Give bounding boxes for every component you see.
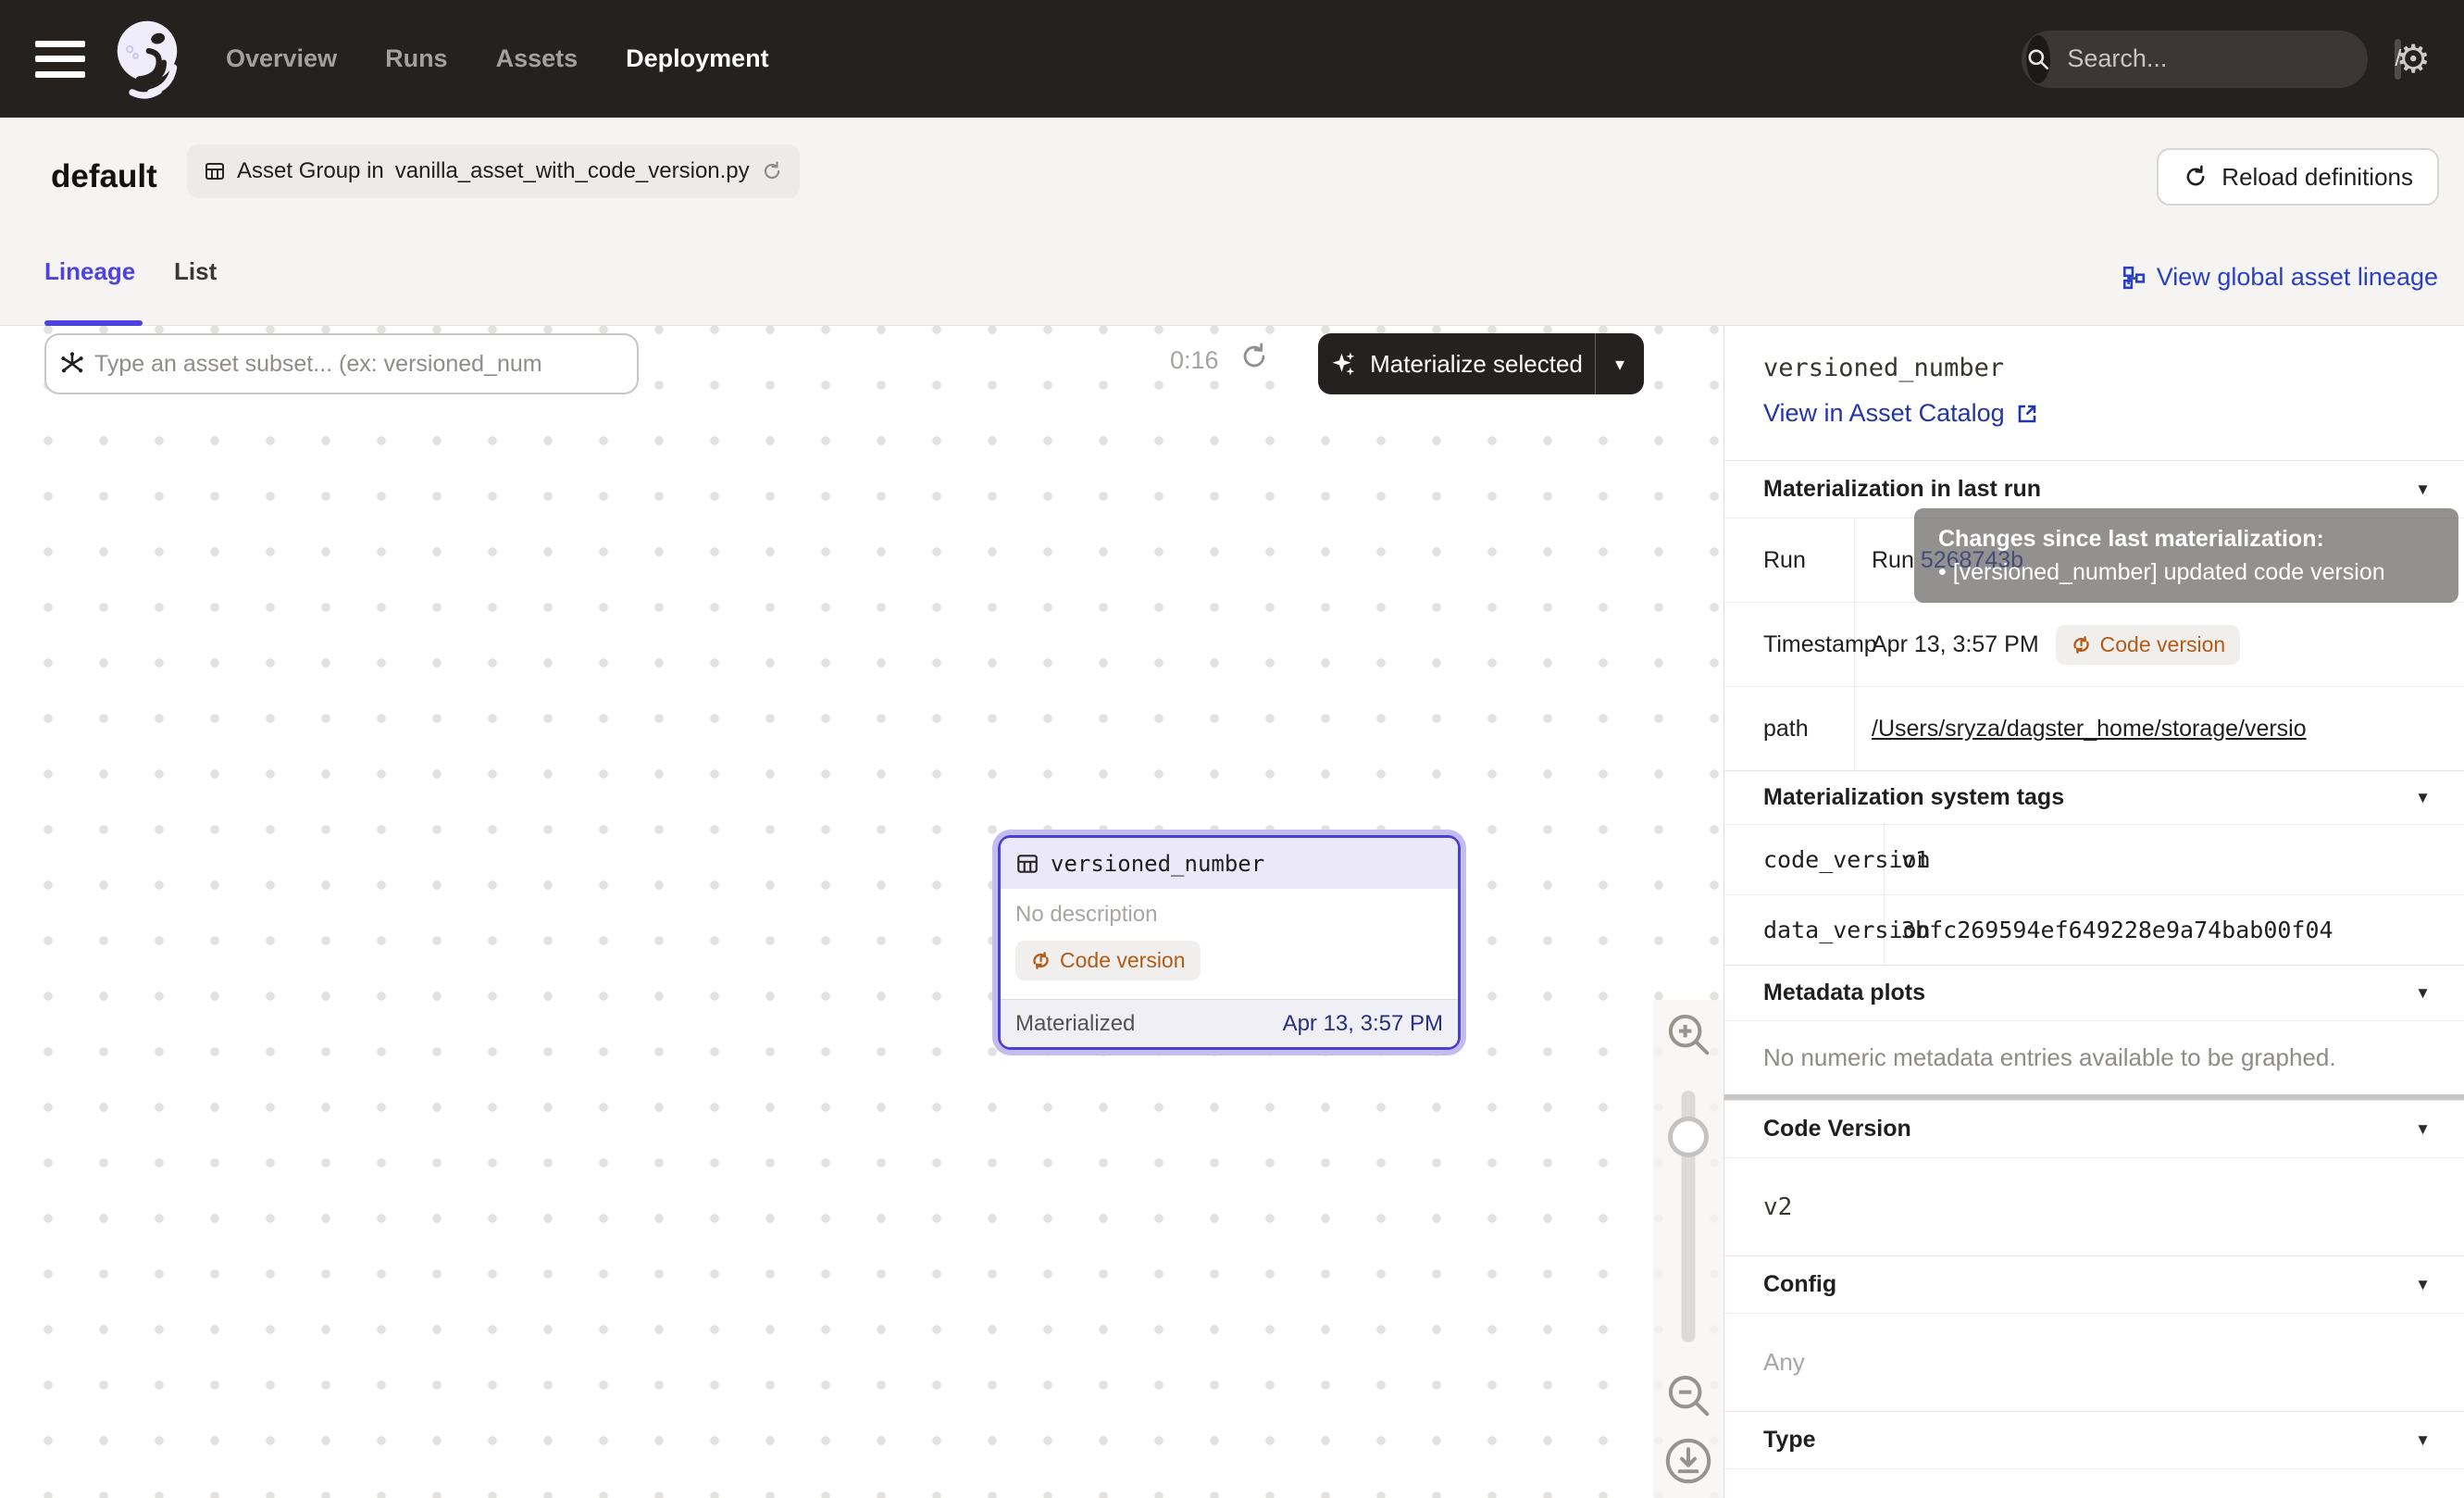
tooltip-title: Changes since last materialization:	[1938, 522, 2449, 556]
timestamp-row: Timestamp Apr 13, 3:57 PM Code version	[1724, 602, 2464, 686]
refresh-icon[interactable]	[761, 160, 783, 182]
storage-path-link[interactable]: /Users/sryza/dagster_home/storage/versio	[1872, 716, 2307, 743]
grid-icon	[204, 160, 226, 182]
materialize-dropdown-button[interactable]: ▾	[1596, 333, 1644, 394]
reload-definitions-button[interactable]: Reload definitions	[2157, 148, 2439, 206]
lineage-canvas[interactable]: 0:16 Materialize selected ▾	[0, 326, 1724, 1498]
config-value: Any	[1763, 1348, 1805, 1377]
download-image-icon[interactable]	[1662, 1435, 1714, 1487]
materialized-timestamp[interactable]: Apr 13, 3:57 PM	[1283, 1011, 1443, 1037]
top-nav-bar: Overview Runs Assets Deployment / ⚙	[0, 0, 2464, 118]
gear-icon[interactable]: ⚙	[2396, 40, 2431, 79]
section-type[interactable]: Type ▼	[1724, 1411, 2464, 1468]
asset-node-header: versioned_number	[1001, 838, 1458, 889]
view-in-asset-catalog-link[interactable]: View in Asset Catalog	[1763, 399, 2038, 428]
data-version-tag-row: data_version 3bfc269594ef649228e9a74bab0…	[1724, 894, 2464, 965]
dagster-asset-group-page: Overview Runs Assets Deployment / ⚙ defa…	[0, 0, 2464, 1498]
materialize-selected-button[interactable]: Materialize selected ▾	[1318, 333, 1644, 394]
refresh-timer: 0:16	[1170, 346, 1219, 375]
timestamp-row-value: Apr 13, 3:57 PM Code version	[1855, 603, 2464, 686]
asset-node-description: No description	[1015, 902, 1443, 928]
section-metadata-plots[interactable]: Metadata plots ▼	[1724, 965, 2464, 1020]
section-code-version[interactable]: Code Version ▼	[1724, 1100, 2464, 1157]
path-row: path /Users/sryza/dagster_home/storage/v…	[1724, 686, 2464, 770]
grid-icon	[1015, 852, 1039, 876]
materialize-selected-label: Materialize selected	[1370, 350, 1583, 379]
nav-item-deployment[interactable]: Deployment	[626, 44, 769, 73]
asset-subset-filter[interactable]	[44, 333, 639, 394]
asset-node-footer: Materialized Apr 13, 3:57 PM	[1001, 999, 1458, 1047]
config-value-block: Any	[1724, 1313, 2464, 1411]
zoom-slider-handle[interactable]	[1668, 1117, 1709, 1157]
external-link-icon	[2016, 403, 2038, 425]
metadata-plots-empty-message: No numeric metadata entries available to…	[1724, 1020, 2464, 1094]
asset-node-versioned-number[interactable]: versioned_number No description Code ver…	[998, 835, 1461, 1050]
chevron-down-icon: ▾	[1615, 353, 1624, 376]
tabs-row: Lineage List View global asset lineage	[0, 241, 2464, 326]
hamburger-menu-icon[interactable]	[35, 41, 85, 78]
section-config[interactable]: Config ▼	[1724, 1255, 2464, 1313]
canvas-zoom-controls	[1653, 1000, 1724, 1498]
asset-subset-input[interactable]	[94, 351, 624, 378]
dagster-logo-icon[interactable]	[107, 15, 187, 104]
caret-down-icon[interactable]: ▼	[2415, 984, 2431, 1003]
code-version-changed-icon	[2071, 634, 2092, 655]
code-version-tag-value: v1	[1885, 825, 2464, 894]
asset-group-badge: Asset Group in vanilla_asset_with_code_v…	[187, 144, 800, 198]
path-row-label: path	[1724, 687, 1855, 770]
caret-down-icon[interactable]: ▼	[2415, 481, 2431, 499]
section-system-tags[interactable]: Materialization system tags ▼	[1724, 770, 2464, 824]
code-version-changed-icon	[1030, 950, 1052, 971]
nav-item-assets[interactable]: Assets	[496, 44, 579, 73]
changes-since-materialization-tooltip: Changes since last materialization: • [v…	[1914, 508, 2458, 603]
asset-group-file-link[interactable]: vanilla_asset_with_code_version.py	[395, 158, 750, 184]
code-version-badge-label: Code version	[1060, 948, 1186, 973]
materialized-status-label: Materialized	[1015, 1011, 1135, 1037]
data-version-tag-label: data_version	[1724, 895, 1885, 965]
asset-selector-icon	[59, 351, 85, 377]
type-value-block	[1724, 1468, 2464, 1497]
code-version-tag-label: code_version	[1724, 825, 1885, 894]
nav-item-overview[interactable]: Overview	[226, 44, 337, 73]
page-header: default Asset Group in vanilla_asset_wit…	[0, 118, 2464, 241]
run-row-label: Run	[1724, 518, 1855, 602]
search-input[interactable]	[2050, 44, 2395, 73]
caret-down-icon[interactable]: ▼	[2415, 1120, 2431, 1139]
tooltip-change-item: • [versioned_number] updated code versio…	[1938, 556, 2449, 589]
data-version-tag-value: 3bfc269594ef649228e9a74bab00f04	[1885, 895, 2464, 965]
caret-down-icon[interactable]: ▼	[2415, 1276, 2431, 1294]
zoom-out-icon[interactable]	[1663, 1370, 1713, 1420]
page-title: default	[51, 158, 157, 195]
tab-lineage[interactable]: Lineage	[44, 257, 135, 286]
timestamp-row-label: Timestamp	[1724, 603, 1855, 686]
panel-asset-name: versioned_number	[1763, 354, 2464, 382]
asset-details-panel: versioned_number View in Asset Catalog M…	[1724, 326, 2464, 1498]
zoom-in-icon[interactable]	[1663, 1009, 1713, 1059]
refresh-icon	[2183, 164, 2209, 190]
reload-definitions-label: Reload definitions	[2221, 163, 2413, 192]
code-version-badge[interactable]: Code version	[2056, 625, 2241, 665]
code-version-tag-row: code_version v1	[1724, 824, 2464, 894]
asset-node-title: versioned_number	[1051, 851, 1264, 877]
search-icon	[2026, 35, 2050, 83]
code-version-value-block: v2	[1724, 1157, 2464, 1255]
lineage-graph-icon	[2122, 266, 2146, 290]
sparkle-icon	[1330, 350, 1358, 378]
asset-group-label: Asset Group in	[237, 158, 384, 184]
refresh-icon[interactable]	[1238, 341, 1270, 372]
nav-item-runs[interactable]: Runs	[385, 44, 448, 73]
asset-node-body: No description Code version	[1001, 889, 1458, 999]
caret-down-icon[interactable]: ▼	[2415, 1431, 2431, 1450]
panel-title-block: versioned_number View in Asset Catalog	[1724, 326, 2464, 460]
caret-down-icon[interactable]: ▼	[2415, 789, 2431, 807]
code-version-value: v2	[1763, 1193, 1792, 1221]
code-version-badge[interactable]: Code version	[1015, 941, 1201, 980]
tab-list[interactable]: List	[174, 257, 217, 286]
global-search[interactable]: /	[2022, 31, 2368, 88]
primary-nav: Overview Runs Assets Deployment	[226, 44, 769, 73]
view-global-asset-lineage-link[interactable]: View global asset lineage	[2122, 263, 2438, 292]
